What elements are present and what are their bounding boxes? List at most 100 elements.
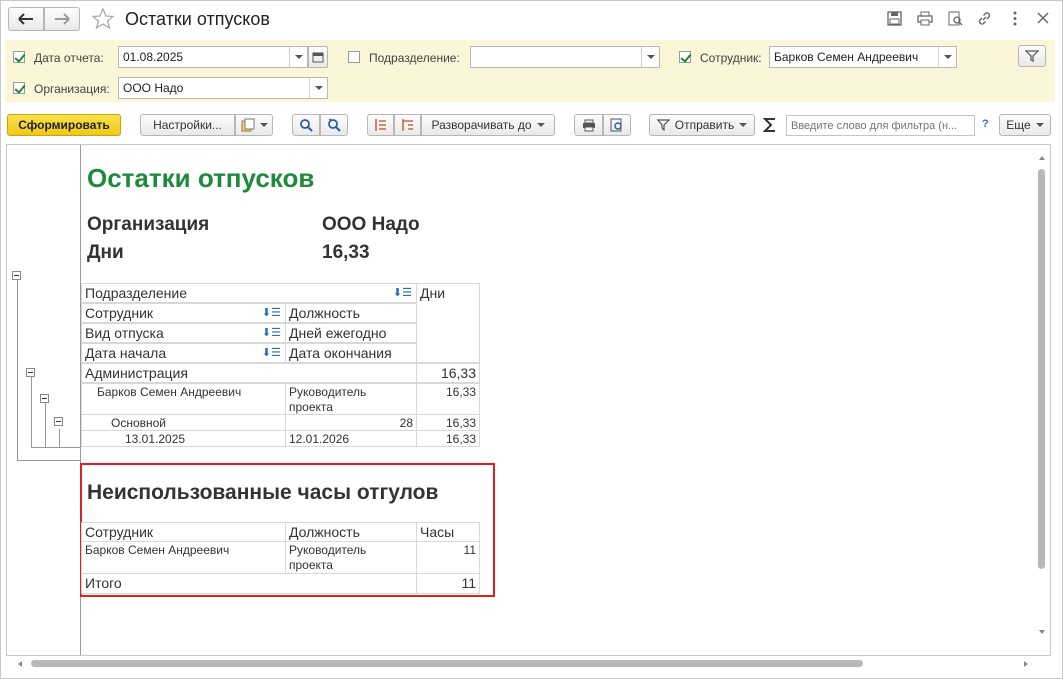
sigma-icon[interactable] bbox=[763, 117, 777, 133]
settings-label: Настройки... bbox=[153, 118, 222, 132]
report-filter-input[interactable] bbox=[786, 115, 975, 136]
section2-title: Неиспользованные часы отгулов bbox=[87, 481, 439, 504]
employee-row-position[interactable]: Руководитель проекта bbox=[285, 383, 417, 415]
header-vacation-type-text: Вид отпуска bbox=[85, 325, 164, 341]
more-vertical-icon[interactable] bbox=[1012, 11, 1018, 26]
employee-row-days[interactable]: 16,33 bbox=[416, 383, 480, 415]
variants-dropdown[interactable] bbox=[235, 114, 273, 136]
preview-icon[interactable] bbox=[948, 11, 963, 26]
tree-line bbox=[17, 280, 18, 460]
calendar-button[interactable] bbox=[308, 46, 328, 68]
find-button[interactable] bbox=[292, 114, 320, 136]
print-preview-button[interactable] bbox=[603, 114, 631, 136]
header-vacation-type[interactable]: Вид отпуска ⬇☰ bbox=[81, 323, 286, 343]
chevron-down-icon[interactable] bbox=[641, 47, 659, 67]
tree-line bbox=[59, 429, 60, 447]
report-window: Остатки отпусков Дата отчета: 01.08.2025… bbox=[0, 0, 1063, 679]
scroll-up-icon[interactable] bbox=[1038, 155, 1046, 161]
collapse-groups-button[interactable] bbox=[367, 114, 394, 136]
generate-button[interactable]: Сформировать bbox=[7, 114, 121, 136]
period-row-end[interactable]: 12.01.2026 bbox=[285, 430, 417, 447]
expand-to-label: Разворачивать до bbox=[431, 118, 532, 132]
horizontal-scrollbar[interactable] bbox=[17, 658, 1033, 670]
filter-panel: Дата отчета: 01.08.2025 Подразделение: С… bbox=[5, 40, 1055, 102]
period-row-start[interactable]: 13.01.2025 bbox=[81, 430, 286, 447]
collapse-group-icon[interactable] bbox=[26, 368, 35, 377]
header-start-date-text: Дата начала bbox=[85, 345, 167, 361]
printer-icon bbox=[582, 119, 595, 131]
vertical-scrollbar[interactable] bbox=[1037, 155, 1047, 635]
expand-groups-button[interactable] bbox=[394, 114, 421, 136]
department-field[interactable] bbox=[470, 46, 660, 68]
header-start-date[interactable]: Дата начала ⬇☰ bbox=[81, 343, 286, 363]
group-row-name[interactable]: Администрация bbox=[81, 363, 417, 383]
type-row-days[interactable]: 16,33 bbox=[416, 414, 480, 431]
funnel-icon bbox=[1025, 50, 1039, 62]
print-icon[interactable] bbox=[917, 11, 933, 26]
group-row-days[interactable]: 16,33 bbox=[416, 363, 480, 383]
organization-checkbox[interactable] bbox=[13, 82, 25, 94]
header-position: Должность bbox=[285, 303, 417, 323]
section2-row-hours[interactable]: 11 bbox=[416, 541, 480, 574]
type-row-name[interactable]: Основной bbox=[81, 414, 286, 431]
collapse-icon bbox=[374, 119, 386, 131]
print-button[interactable] bbox=[574, 114, 603, 136]
employee-checkbox[interactable] bbox=[679, 51, 691, 63]
find-next-button[interactable] bbox=[320, 114, 348, 136]
horizontal-scroll-thumb[interactable] bbox=[31, 660, 863, 667]
sort-icon[interactable]: ⬇☰ bbox=[262, 306, 281, 319]
settings-button[interactable]: Настройки... bbox=[140, 114, 235, 136]
param-value-days: 16,33 bbox=[322, 242, 370, 263]
header-employee[interactable]: Сотрудник ⬇☰ bbox=[81, 303, 286, 323]
collapse-group-icon[interactable] bbox=[40, 394, 49, 403]
help-link[interactable]: ? bbox=[982, 118, 989, 130]
save-icon[interactable] bbox=[887, 11, 902, 26]
collapse-group-icon[interactable] bbox=[54, 417, 63, 426]
sort-icon[interactable]: ⬇☰ bbox=[393, 286, 412, 299]
date-field[interactable]: 01.08.2025 bbox=[118, 46, 308, 68]
scroll-down-icon[interactable] bbox=[1038, 629, 1046, 635]
tree-line bbox=[31, 447, 81, 448]
period-row-days[interactable]: 16,33 bbox=[416, 430, 480, 447]
back-button[interactable] bbox=[8, 7, 44, 31]
header-department-text: Подразделение bbox=[85, 285, 188, 301]
section2-row-position[interactable]: Руководитель проекта bbox=[285, 541, 417, 574]
employee-row-name[interactable]: Барков Семен Андреевич bbox=[81, 383, 286, 415]
window-title: Остатки отпусков bbox=[125, 9, 270, 29]
header-employee-text: Сотрудник bbox=[85, 305, 154, 321]
report-document: Остатки отпусков Организация ООО Надо Дн… bbox=[6, 144, 1051, 656]
employee-field[interactable]: Барков Семен Андреевич bbox=[769, 46, 957, 68]
arrow-right-icon bbox=[55, 13, 70, 25]
param-label-days: Дни bbox=[87, 242, 124, 263]
scroll-left-icon[interactable] bbox=[17, 660, 23, 668]
preview-icon bbox=[610, 118, 622, 132]
send-label: Отправить bbox=[674, 118, 735, 132]
header-end-date: Дата окончания bbox=[285, 343, 417, 363]
header-days-text: Дни bbox=[420, 285, 446, 301]
send-dropdown[interactable]: Отправить bbox=[649, 114, 755, 136]
header-department[interactable]: Подразделение ⬇☰ bbox=[81, 283, 417, 303]
link-icon[interactable] bbox=[977, 11, 992, 26]
date-label: Дата отчета: bbox=[34, 51, 104, 65]
scroll-right-icon[interactable] bbox=[1023, 660, 1029, 668]
forward-button[interactable] bbox=[44, 7, 80, 31]
sort-icon[interactable]: ⬇☰ bbox=[262, 346, 281, 359]
section2-row-employee[interactable]: Барков Семен Андреевич bbox=[81, 541, 286, 574]
collapse-group-icon[interactable] bbox=[12, 271, 21, 280]
star-icon[interactable] bbox=[92, 8, 114, 30]
chevron-down-icon[interactable] bbox=[309, 78, 327, 98]
department-checkbox[interactable] bbox=[348, 51, 360, 63]
vertical-scroll-thumb[interactable] bbox=[1038, 169, 1045, 569]
chevron-down-icon[interactable] bbox=[938, 47, 956, 67]
sort-icon[interactable]: ⬇☰ bbox=[262, 326, 281, 339]
chevron-down-icon[interactable] bbox=[289, 47, 307, 67]
organization-field[interactable]: ООО Надо bbox=[118, 77, 328, 99]
type-row-per-year[interactable]: 28 bbox=[285, 414, 417, 431]
filter-settings-button[interactable] bbox=[1018, 45, 1046, 67]
employee-label: Сотрудник: bbox=[700, 51, 762, 65]
date-checkbox[interactable] bbox=[13, 51, 25, 63]
close-icon[interactable] bbox=[1037, 12, 1049, 24]
more-dropdown[interactable]: Еще bbox=[999, 114, 1051, 136]
expand-to-dropdown[interactable]: Разворачивать до bbox=[421, 114, 555, 136]
organization-value: ООО Надо bbox=[123, 81, 184, 95]
